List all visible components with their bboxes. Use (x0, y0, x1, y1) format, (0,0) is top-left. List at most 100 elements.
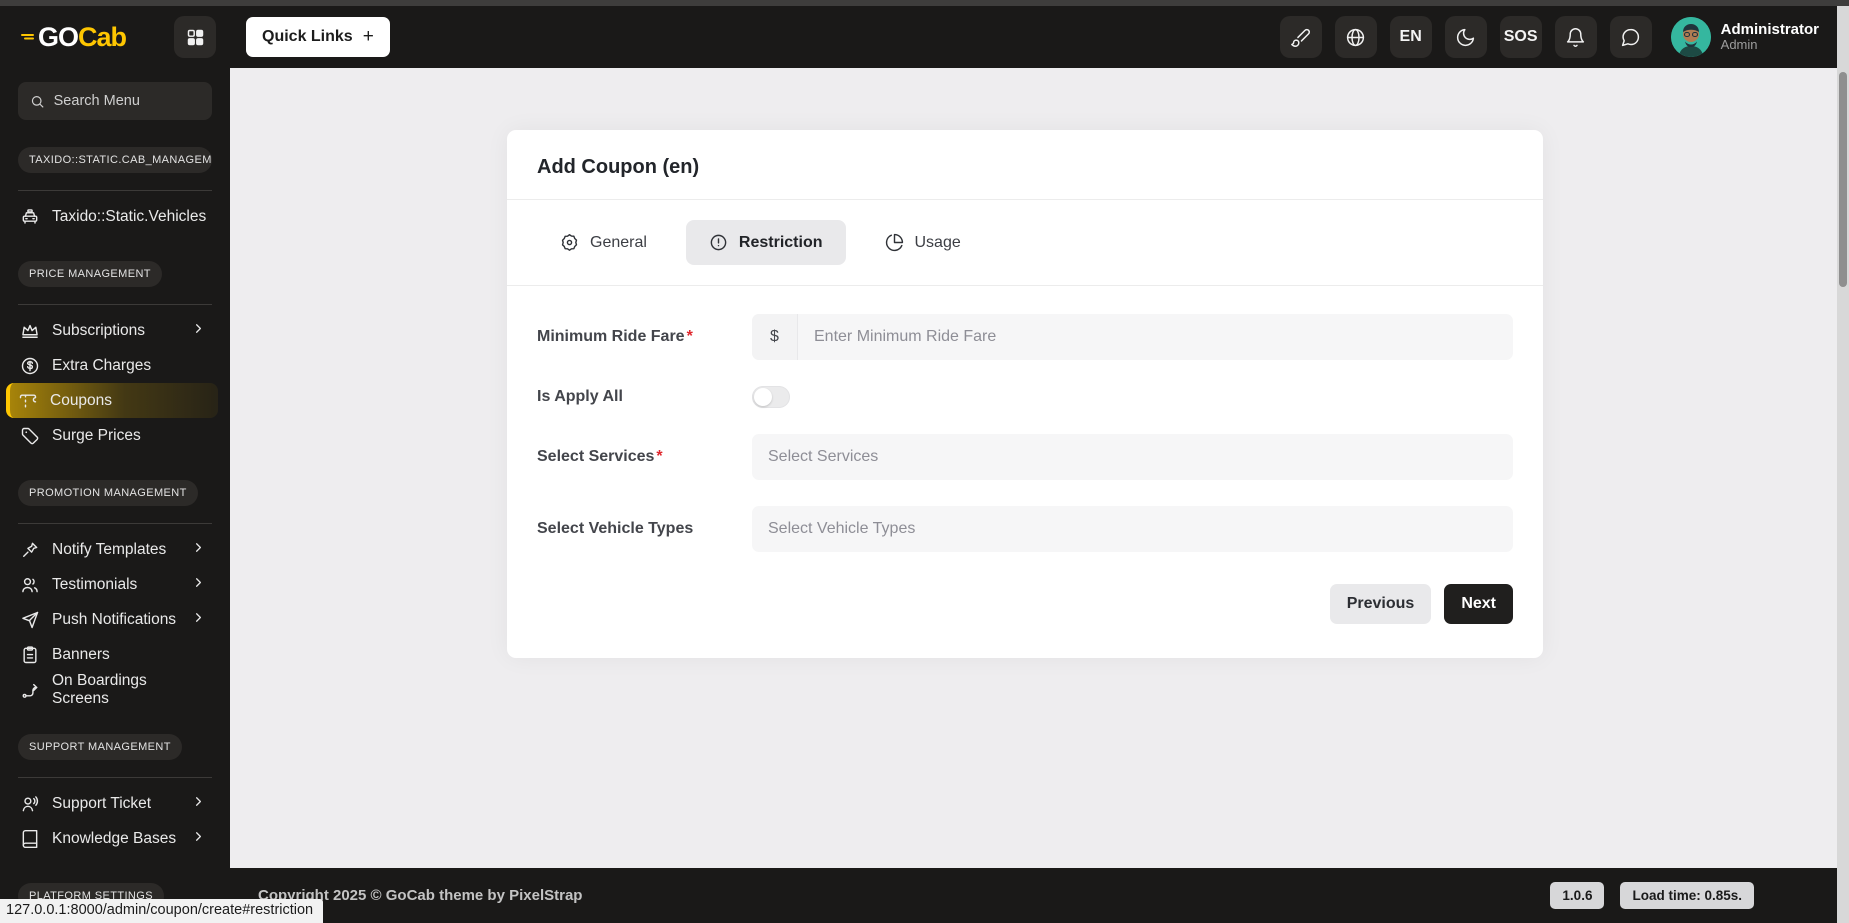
divider (18, 523, 212, 524)
quick-links-button[interactable]: Quick Links + (246, 17, 390, 57)
section-badge-cab-management: TAXIDO::STATIC.CAB_MANAGEMENT (18, 147, 212, 173)
dark-mode-button[interactable] (1444, 16, 1487, 58)
footer-badges: 1.0.6 Load time: 0.85s. (1550, 882, 1754, 909)
app-logo[interactable]: GOCab (20, 22, 127, 53)
sidebar-search[interactable] (18, 82, 212, 120)
user-meta: Administrator Admin (1721, 21, 1819, 53)
header-actions: EN SOS Administrator Admin (1279, 16, 1849, 58)
user-menu[interactable]: Administrator Admin (1670, 17, 1819, 57)
sidebar-item-label: Extra Charges (52, 356, 152, 374)
tab-label: Restriction (738, 233, 823, 251)
sidebar-item-label: Notify Templates (52, 540, 167, 558)
scrollbar-thumb[interactable] (1839, 72, 1847, 287)
load-time-badge: Load time: 0.85s. (1620, 882, 1754, 909)
sidebar: TAXIDO::STATIC.CAB_MANAGEMENT Taxido::St… (0, 68, 230, 923)
alert-circle-icon (710, 234, 727, 251)
page-title: Add Coupon (en) (537, 156, 700, 178)
dollar-circle-icon (21, 357, 39, 374)
brush-icon (1291, 28, 1311, 47)
ticket-icon (19, 393, 37, 408)
bell-icon (1567, 27, 1585, 47)
tab-general[interactable]: General (537, 220, 670, 265)
field-label-is-apply-all: Is Apply All (537, 388, 623, 405)
required-marker: * (686, 328, 693, 345)
sidebar-item-notify-templates[interactable]: Notify Templates (18, 532, 212, 567)
select-services-dropdown[interactable]: Select Services (752, 434, 1513, 480)
user-name: Administrator (1720, 20, 1819, 38)
sidebar-item-push-notifications[interactable]: Push Notifications (18, 602, 212, 637)
main-content: Add Coupon (en) General Restriction Usag… (230, 68, 1849, 868)
sidebar-item-label: Coupons (50, 391, 113, 409)
chevron-right-icon (191, 321, 206, 341)
chevron-right-icon (191, 610, 206, 630)
language-globe-button[interactable] (1334, 16, 1377, 58)
user-voice-icon (22, 795, 39, 811)
sidebar-item-subscriptions[interactable]: Subscriptions (18, 313, 212, 348)
speed-lines-icon (21, 34, 34, 40)
sidebar-item-label: Testimonials (52, 575, 138, 593)
notifications-button[interactable] (1554, 16, 1597, 58)
users-icon (22, 577, 38, 592)
field-label-minimum-ride-fare: Minimum Ride Fare * (537, 328, 693, 345)
header: GOCab Quick Links + EN SOS Administrator… (0, 6, 1849, 68)
layout-grid-icon (187, 29, 203, 45)
theme-customizer-button[interactable] (1279, 16, 1322, 58)
clipboard-icon (23, 645, 37, 663)
restriction-form: Minimum Ride Fare* $ Is Apply All Select… (507, 286, 1543, 658)
chat-icon (1622, 28, 1640, 46)
sidebar-item-banners[interactable]: Banners (18, 637, 212, 672)
header-left: GOCab (0, 16, 230, 58)
chevron-right-icon (191, 540, 206, 560)
divider (18, 190, 212, 191)
sidebar-item-vehicles[interactable]: Taxido::Static.Vehicles (18, 199, 212, 234)
avatar (1670, 17, 1711, 57)
section-badge-promotion-management: PROMOTION MANAGEMENT (18, 480, 198, 506)
sos-button[interactable]: SOS (1499, 16, 1542, 58)
sidebar-item-support-ticket[interactable]: Support Ticket (18, 786, 212, 821)
previous-button[interactable]: Previous (1329, 584, 1432, 624)
tab-restriction[interactable]: Restriction (685, 220, 846, 265)
tab-label: General (590, 233, 647, 251)
version-badge: 1.0.6 (1550, 882, 1605, 909)
chevron-right-icon (191, 575, 206, 595)
user-role: Admin (1720, 37, 1758, 53)
sidebar-item-knowledge-bases[interactable]: Knowledge Bases (18, 821, 212, 856)
next-button[interactable]: Next (1444, 584, 1513, 624)
moon-icon (1457, 28, 1475, 46)
language-code-label: EN (1399, 28, 1422, 45)
search-input[interactable] (53, 93, 200, 109)
sidebar-item-label: Banners (52, 645, 110, 663)
sidebar-item-testimonials[interactable]: Testimonials (18, 567, 212, 602)
add-coupon-card: Add Coupon (en) General Restriction Usag… (507, 130, 1543, 658)
page-scrollbar[interactable] (1837, 6, 1849, 923)
send-icon (22, 611, 39, 628)
currency-prefix: $ (752, 314, 798, 360)
messages-button[interactable] (1609, 16, 1652, 58)
pie-chart-icon (885, 233, 903, 252)
minimum-ride-fare-input[interactable] (798, 314, 1513, 360)
chevron-right-icon (191, 829, 206, 849)
sidebar-item-surge-prices[interactable]: Surge Prices (18, 418, 212, 453)
is-apply-all-toggle[interactable] (752, 386, 790, 408)
search-icon (31, 95, 44, 108)
wizard-buttons: Previous Next (537, 584, 1513, 624)
sidebar-item-extra-charges[interactable]: Extra Charges (18, 348, 212, 383)
sidebar-item-label: Knowledge Bases (52, 829, 177, 847)
layout-grid-button[interactable] (174, 16, 216, 58)
card-header: Add Coupon (en) (507, 130, 1543, 200)
sidebar-item-onboarding-screens[interactable]: On Boardings Screens (18, 672, 212, 707)
window-top-edge (0, 0, 1849, 6)
divider (18, 304, 212, 305)
toggle-knob (754, 388, 772, 406)
language-code-button[interactable]: EN (1389, 16, 1432, 58)
tab-usage[interactable]: Usage (862, 220, 984, 265)
select-vehicle-types-dropdown[interactable]: Select Vehicle Types (752, 506, 1513, 552)
crown-icon (22, 324, 38, 338)
sos-label: SOS (1503, 28, 1538, 45)
sidebar-item-coupons[interactable]: Coupons (6, 383, 218, 418)
sidebar-item-label: On Boardings Screens (52, 671, 147, 707)
chevron-right-icon (191, 794, 206, 814)
tab-label: Usage (914, 233, 961, 251)
field-label-select-services: Select Services * (537, 448, 663, 465)
browser-status-url: 127.0.0.1:8000/admin/coupon/create#restr… (0, 899, 324, 923)
